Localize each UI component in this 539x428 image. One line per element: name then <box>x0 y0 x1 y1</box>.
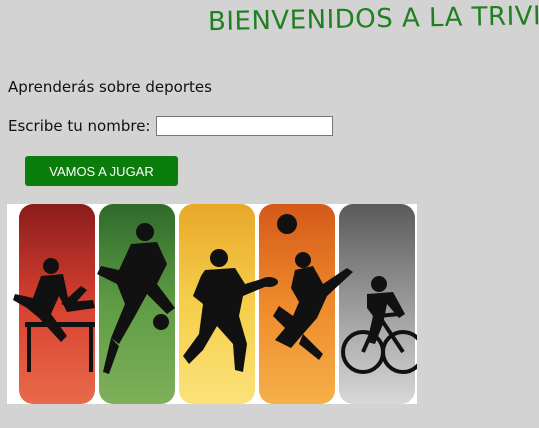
name-label: Escribe tu nombre: <box>8 117 151 135</box>
name-input[interactable] <box>155 116 333 136</box>
sports-silhouettes-image <box>13 204 417 404</box>
name-form-row: Escribe tu nombre: <box>8 116 333 136</box>
page-title: BIENVENIDOS A LA TRIVIA <box>207 0 539 38</box>
intro-text: Aprenderás sobre deportes <box>8 78 212 96</box>
trivia-page: BIENVENIDOS A LA TRIVIA Aprenderás sobre… <box>0 0 539 428</box>
sports-banner-image <box>7 204 417 404</box>
basketball-panel <box>259 204 335 404</box>
play-button[interactable]: VAMOS A JUGAR <box>25 156 178 186</box>
